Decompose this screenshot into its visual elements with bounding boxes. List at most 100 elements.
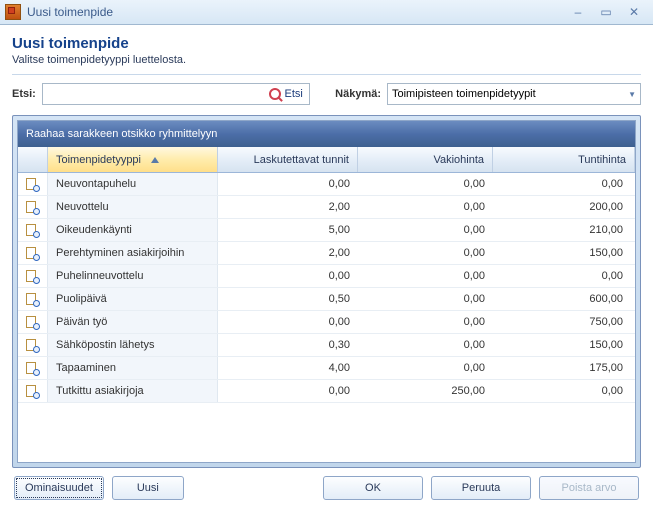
- document-icon: [26, 177, 39, 191]
- row-icon-cell: [18, 173, 48, 195]
- document-icon: [26, 338, 39, 352]
- row-fixed: 0,00: [358, 242, 493, 264]
- row-fixed: 0,00: [358, 173, 493, 195]
- ok-button[interactable]: OK: [323, 476, 423, 500]
- group-hint: Raahaa sarakkeen otsikko ryhmittelyyn: [26, 128, 217, 140]
- row-type: Päivän työ: [48, 311, 218, 333]
- row-icon-cell: [18, 288, 48, 310]
- view-select[interactable]: Toimipisteen toimenpidetyypit ▼: [387, 83, 641, 105]
- row-type: Puolipäivä: [48, 288, 218, 310]
- row-icon-cell: [18, 242, 48, 264]
- column-header-rate-label: Tuntihinta: [578, 154, 626, 166]
- column-header-icon[interactable]: [18, 147, 48, 172]
- titlebar[interactable]: Uusi toimenpide – ▭ ✕: [0, 0, 653, 25]
- row-hours: 0,50: [218, 288, 358, 310]
- search-icon: [269, 88, 282, 101]
- document-icon: [26, 361, 39, 375]
- row-fixed: 0,00: [358, 357, 493, 379]
- view-selected: Toimipisteen toimenpidetyypit: [392, 88, 536, 100]
- row-rate: 0,00: [493, 380, 635, 402]
- grid-panel: Raahaa sarakkeen otsikko ryhmittelyyn To…: [12, 115, 641, 468]
- table-row[interactable]: Puolipäivä0,500,00600,00: [18, 288, 635, 311]
- row-rate: 210,00: [493, 219, 635, 241]
- search-label: Etsi:: [12, 88, 36, 100]
- maximize-button[interactable]: ▭: [598, 4, 614, 20]
- table-row[interactable]: Tapaaminen4,000,00175,00: [18, 357, 635, 380]
- app-icon: [5, 4, 21, 20]
- column-header-hours-label: Laskutettavat tunnit: [254, 154, 349, 166]
- column-header-fixed-label: Vakiohinta: [433, 154, 484, 166]
- column-header-fixed[interactable]: Vakiohinta: [358, 147, 493, 172]
- document-icon: [26, 246, 39, 260]
- grid-header: Toimenpidetyyppi Laskutettavat tunnit Va…: [18, 147, 635, 173]
- row-fixed: 0,00: [358, 219, 493, 241]
- column-header-type[interactable]: Toimenpidetyyppi: [48, 147, 218, 172]
- row-rate: 600,00: [493, 288, 635, 310]
- row-rate: 150,00: [493, 242, 635, 264]
- grid-body[interactable]: Neuvontapuhelu0,000,000,00Neuvottelu2,00…: [18, 173, 635, 462]
- document-icon: [26, 384, 39, 398]
- window-title: Uusi toimenpide: [27, 5, 570, 19]
- document-icon: [26, 315, 39, 329]
- row-fixed: 250,00: [358, 380, 493, 402]
- row-fixed: 0,00: [358, 265, 493, 287]
- search-input[interactable]: [43, 88, 263, 100]
- row-rate: 0,00: [493, 265, 635, 287]
- table-row[interactable]: Neuvottelu2,000,00200,00: [18, 196, 635, 219]
- row-icon-cell: [18, 380, 48, 402]
- search-button[interactable]: Etsi: [263, 88, 309, 101]
- row-fixed: 0,00: [358, 288, 493, 310]
- row-hours: 0,00: [218, 380, 358, 402]
- document-icon: [26, 200, 39, 214]
- search-box[interactable]: Etsi: [42, 83, 310, 105]
- search-button-label: Etsi: [285, 88, 303, 100]
- row-icon-cell: [18, 357, 48, 379]
- table-row[interactable]: Sähköpostin lähetys0,300,00150,00: [18, 334, 635, 357]
- page-title: Uusi toimenpide: [12, 35, 641, 52]
- row-hours: 0,00: [218, 311, 358, 333]
- row-type: Neuvottelu: [48, 196, 218, 218]
- remove-value-button[interactable]: Poista arvo: [539, 476, 639, 500]
- divider: [12, 74, 641, 75]
- document-icon: [26, 223, 39, 237]
- column-header-type-label: Toimenpidetyyppi: [56, 154, 141, 166]
- row-rate: 150,00: [493, 334, 635, 356]
- page-header: Uusi toimenpide Valitse toimenpidetyyppi…: [12, 35, 641, 74]
- new-button[interactable]: Uusi: [112, 476, 184, 500]
- filter-bar: Etsi: Etsi Näkymä: Toimipisteen toimenpi…: [12, 83, 641, 105]
- column-header-rate[interactable]: Tuntihinta: [493, 147, 635, 172]
- row-fixed: 0,00: [358, 311, 493, 333]
- view-label: Näkymä:: [335, 88, 381, 100]
- row-icon-cell: [18, 265, 48, 287]
- close-button[interactable]: ✕: [626, 4, 642, 20]
- row-hours: 5,00: [218, 219, 358, 241]
- row-hours: 0,00: [218, 265, 358, 287]
- cancel-button[interactable]: Peruuta: [431, 476, 531, 500]
- properties-button[interactable]: Ominaisuudet: [14, 476, 104, 500]
- row-hours: 0,00: [218, 173, 358, 195]
- row-hours: 0,30: [218, 334, 358, 356]
- table-row[interactable]: Tutkittu asiakirjoja0,00250,000,00: [18, 380, 635, 403]
- row-hours: 2,00: [218, 242, 358, 264]
- page-subtitle: Valitse toimenpidetyyppi luettelosta.: [12, 54, 641, 66]
- row-rate: 0,00: [493, 173, 635, 195]
- row-fixed: 0,00: [358, 334, 493, 356]
- group-band[interactable]: Raahaa sarakkeen otsikko ryhmittelyyn: [18, 121, 635, 147]
- document-icon: [26, 269, 39, 283]
- table-row[interactable]: Oikeudenkäynti5,000,00210,00: [18, 219, 635, 242]
- row-type: Sähköpostin lähetys: [48, 334, 218, 356]
- minimize-button[interactable]: –: [570, 4, 586, 20]
- chevron-down-icon: ▼: [628, 90, 636, 99]
- table-row[interactable]: Päivän työ0,000,00750,00: [18, 311, 635, 334]
- row-hours: 4,00: [218, 357, 358, 379]
- table-row[interactable]: Puhelinneuvottelu0,000,000,00: [18, 265, 635, 288]
- table-row[interactable]: Perehtyminen asiakirjoihin2,000,00150,00: [18, 242, 635, 265]
- row-icon-cell: [18, 196, 48, 218]
- row-fixed: 0,00: [358, 196, 493, 218]
- row-icon-cell: [18, 334, 48, 356]
- row-type: Tapaaminen: [48, 357, 218, 379]
- row-type: Oikeudenkäynti: [48, 219, 218, 241]
- column-header-hours[interactable]: Laskutettavat tunnit: [218, 147, 358, 172]
- row-icon-cell: [18, 219, 48, 241]
- table-row[interactable]: Neuvontapuhelu0,000,000,00: [18, 173, 635, 196]
